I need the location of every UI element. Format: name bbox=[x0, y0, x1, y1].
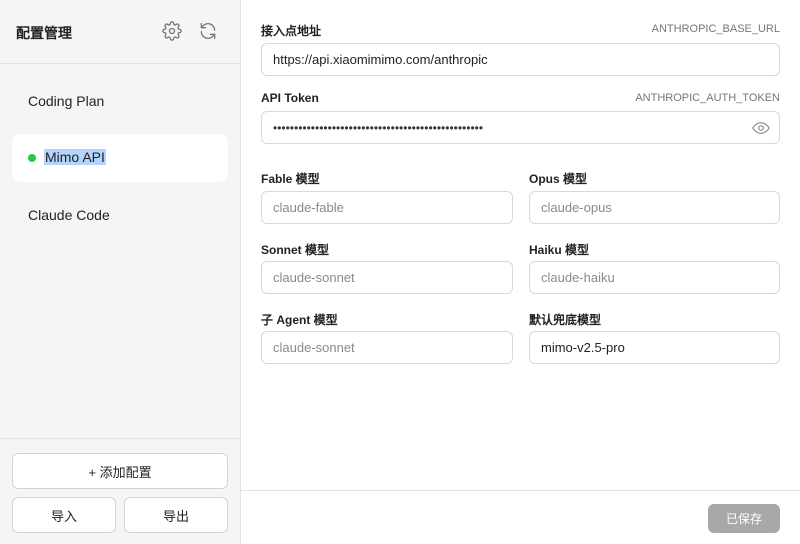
fallback-model-input[interactable]: mimo-v2.5-pro bbox=[529, 331, 780, 364]
profile-label: Mimo API bbox=[44, 149, 106, 165]
profile-item-claude-code[interactable]: Claude Code bbox=[12, 192, 228, 240]
fallback-model-value: mimo-v2.5-pro bbox=[541, 340, 625, 355]
sidebar-title: 配置管理 bbox=[16, 25, 72, 41]
base-url-value: https://api.xiaomimimo.com/anthropic bbox=[273, 52, 488, 67]
sonnet-model-label: Sonnet 模型 bbox=[261, 243, 329, 257]
profile-item-mimo-api[interactable]: Mimo API bbox=[12, 134, 228, 182]
opus-model-placeholder: claude-opus bbox=[541, 200, 612, 215]
profile-label: Claude Code bbox=[28, 207, 110, 223]
refresh-icon[interactable] bbox=[197, 20, 219, 42]
config-form: 接入点地址 ANTHROPIC_BASE_URL https://api.xia… bbox=[241, 0, 800, 544]
api-token-masked-value: ••••••••••••••••••••••••••••••••••••••••… bbox=[273, 120, 484, 135]
sidebar-footer: + 添加配置 导入 导出 bbox=[0, 438, 240, 544]
api-token-input[interactable]: ••••••••••••••••••••••••••••••••••••••••… bbox=[261, 111, 780, 144]
profile-item-coding-plan[interactable]: Coding Plan bbox=[12, 78, 228, 126]
subagent-model-placeholder: claude-sonnet bbox=[273, 340, 355, 355]
api-token-label: API Token bbox=[261, 91, 319, 105]
fallback-model-label: 默认兜底模型 bbox=[529, 313, 602, 327]
save-button[interactable]: 已保存 bbox=[708, 504, 780, 533]
sonnet-model-placeholder: claude-sonnet bbox=[273, 270, 355, 285]
haiku-model-placeholder: claude-haiku bbox=[541, 270, 615, 285]
import-button[interactable]: 导入 bbox=[12, 497, 116, 533]
gear-icon[interactable] bbox=[161, 20, 183, 42]
opus-model-label: Opus 模型 bbox=[529, 172, 588, 186]
base-url-input[interactable]: https://api.xiaomimimo.com/anthropic bbox=[261, 43, 780, 76]
export-button[interactable]: 导出 bbox=[124, 497, 228, 533]
active-status-dot bbox=[28, 154, 36, 162]
base-url-env-name: ANTHROPIC_BASE_URL bbox=[651, 23, 780, 35]
fable-model-label: Fable 模型 bbox=[261, 172, 320, 186]
fable-model-input[interactable]: claude-fable bbox=[261, 191, 513, 224]
form-footer: 已保存 bbox=[241, 490, 800, 544]
subagent-model-input[interactable]: claude-sonnet bbox=[261, 331, 513, 364]
subagent-model-label: 子 Agent 模型 bbox=[261, 313, 338, 327]
base-url-label: 接入点地址 bbox=[261, 24, 322, 38]
haiku-model-label: Haiku 模型 bbox=[529, 243, 590, 257]
sonnet-model-input[interactable]: claude-sonnet bbox=[261, 261, 513, 294]
api-token-env-name: ANTHROPIC_AUTH_TOKEN bbox=[635, 92, 780, 104]
add-profile-button[interactable]: + 添加配置 bbox=[12, 453, 228, 489]
sidebar: 配置管理 Coding Plan Mimo API Claude Code + … bbox=[0, 0, 241, 544]
sidebar-header: 配置管理 bbox=[0, 0, 240, 64]
eye-icon[interactable] bbox=[751, 119, 771, 137]
haiku-model-input[interactable]: claude-haiku bbox=[529, 261, 780, 294]
opus-model-input[interactable]: claude-opus bbox=[529, 191, 780, 224]
profile-label: Coding Plan bbox=[28, 93, 105, 109]
fable-model-placeholder: claude-fable bbox=[273, 200, 344, 215]
